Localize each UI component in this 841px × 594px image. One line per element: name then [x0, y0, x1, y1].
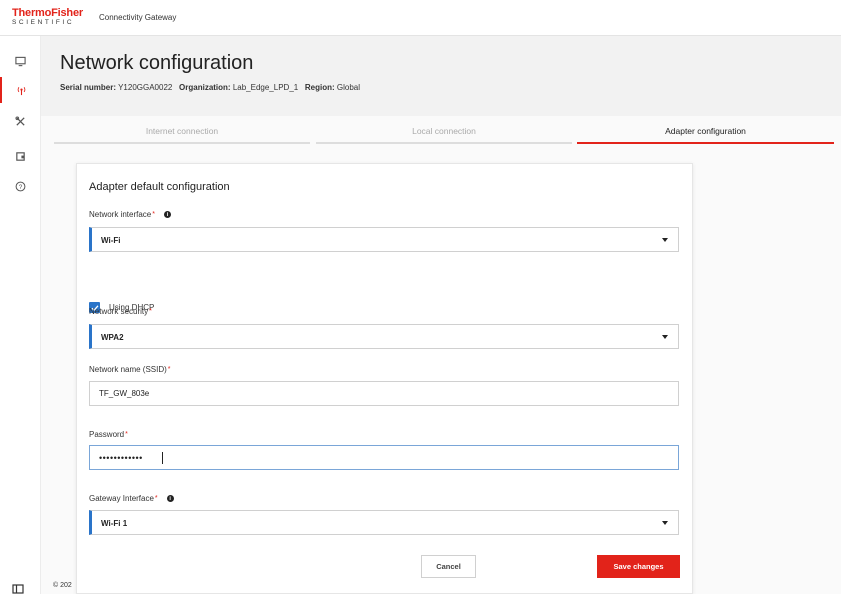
password-input[interactable] — [90, 446, 678, 469]
sidebar: ? — [0, 36, 41, 594]
logo-main-text: ThermoFisher — [12, 7, 83, 19]
chevron-down-icon — [662, 521, 668, 525]
sidebar-item-devices[interactable] — [0, 48, 41, 74]
card-title: Adapter default configuration — [89, 181, 230, 193]
serial-label: Serial number: — [60, 83, 117, 92]
chevron-down-icon — [662, 335, 668, 339]
save-changes-button[interactable]: Save changes — [597, 555, 680, 578]
network-security-select[interactable]: WPA2 — [89, 324, 679, 349]
org-value: Lab_Edge_LPD_1 — [232, 83, 299, 92]
ssid-field[interactable] — [89, 381, 679, 406]
tab-adapter-configuration[interactable]: Adapter configuration — [577, 124, 834, 144]
gateway-interface-select[interactable]: Wi-Fi 1 — [89, 510, 679, 535]
help-icon: ? — [15, 181, 26, 191]
required-mark: * — [167, 366, 171, 373]
chevron-down-icon — [662, 238, 668, 242]
network-interface-select[interactable]: Wi-Fi — [89, 227, 679, 252]
device-icon — [16, 151, 25, 161]
logo-sub-text: SCIENTIFIC — [12, 19, 75, 26]
ssid-label-text: Network name (SSID) — [89, 365, 167, 374]
required-mark: * — [154, 495, 158, 502]
network-interface-value: Wi-Fi — [101, 236, 121, 245]
password-label: Password * — [89, 430, 128, 439]
page-title: Network configuration — [60, 52, 254, 74]
device-meta: Serial number: Y120GGA0022 Organization:… — [60, 83, 360, 92]
gateway-interface-label-text: Gateway Interface — [89, 494, 154, 503]
tools-icon — [15, 115, 25, 126]
info-icon[interactable]: i — [166, 495, 174, 502]
password-label-text: Password — [89, 430, 125, 439]
sidebar-item-tools[interactable] — [0, 108, 41, 134]
required-mark: * — [149, 308, 152, 315]
gateway-interface-value: Wi-Fi 1 — [101, 519, 128, 528]
main-content: Network configuration Serial number: Y12… — [41, 36, 841, 594]
gateway-interface-label: Gateway Interface * i — [89, 494, 174, 503]
tab-local-connection[interactable]: Local connection — [316, 124, 572, 144]
password-field[interactable] — [89, 445, 679, 470]
footer-copyright: © 202 — [53, 582, 72, 589]
region-value: Global — [336, 83, 361, 92]
network-security-value: WPA2 — [101, 333, 124, 342]
antenna-icon — [17, 86, 26, 95]
ssid-label: Network name (SSID) * — [89, 365, 171, 374]
svg-text:?: ? — [19, 183, 23, 190]
brand-logo[interactable]: ThermoFisher SCIENTIFIC — [12, 8, 83, 27]
info-icon[interactable]: i — [163, 211, 171, 218]
adapter-config-card: Adapter default configuration Network in… — [76, 163, 693, 594]
panel-toggle-icon[interactable] — [12, 584, 24, 594]
text-cursor — [162, 452, 163, 464]
region-label: Region: — [304, 83, 335, 92]
network-security-label-text: Network security — [89, 307, 149, 316]
ssid-input[interactable] — [90, 382, 678, 405]
network-interface-label-text: Network interface — [89, 210, 152, 219]
top-bar: ThermoFisher SCIENTIFIC Connectivity Gat… — [0, 0, 841, 36]
page-header: Network configuration Serial number: Y12… — [41, 36, 841, 116]
org-label: Organization: — [179, 83, 231, 92]
cancel-button[interactable]: Cancel — [421, 555, 476, 578]
serial-value: Y120GGA0022 — [118, 83, 173, 92]
app-title: Connectivity Gateway — [99, 13, 177, 22]
required-mark: * — [152, 211, 155, 218]
required-mark: * — [125, 431, 128, 438]
tab-internet-connection[interactable]: Internet connection — [54, 124, 310, 144]
sidebar-item-help[interactable]: ? — [0, 173, 41, 199]
monitor-icon — [15, 56, 26, 66]
network-interface-label: Network interface * i — [89, 210, 171, 219]
sidebar-item-network[interactable] — [0, 77, 41, 103]
sidebar-item-document[interactable] — [0, 143, 41, 169]
network-security-label: Network security * — [89, 307, 152, 316]
